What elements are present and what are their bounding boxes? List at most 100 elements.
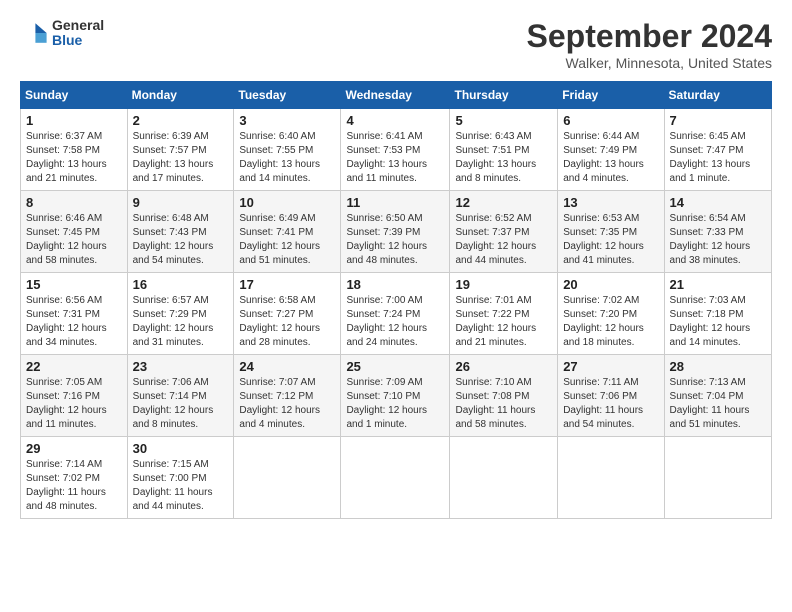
week-row-5: 29 Sunrise: 7:14 AM Sunset: 7:02 PM Dayl…	[21, 437, 772, 519]
sunrise-label: Sunrise: 7:00 AM	[346, 295, 422, 306]
sunrise-label: Sunrise: 6:58 AM	[239, 295, 315, 306]
day-cell: 17 Sunrise: 6:58 AM Sunset: 7:27 PM Dayl…	[234, 273, 341, 355]
day-info: Sunrise: 7:02 AM Sunset: 7:20 PM Dayligh…	[563, 294, 658, 350]
day-number: 16	[133, 277, 229, 292]
day-info: Sunrise: 6:50 AM Sunset: 7:39 PM Dayligh…	[346, 212, 444, 268]
sunset-label: Sunset: 7:18 PM	[670, 309, 744, 320]
day-cell	[558, 437, 664, 519]
day-number: 14	[670, 195, 766, 210]
header-thursday: Thursday	[450, 82, 558, 109]
day-number: 10	[239, 195, 335, 210]
day-info: Sunrise: 6:46 AM Sunset: 7:45 PM Dayligh…	[26, 212, 122, 268]
day-cell: 22 Sunrise: 7:05 AM Sunset: 7:16 PM Dayl…	[21, 355, 128, 437]
day-number: 25	[346, 359, 444, 374]
week-row-2: 8 Sunrise: 6:46 AM Sunset: 7:45 PM Dayli…	[21, 191, 772, 273]
daylight-label: Daylight: 12 hours and 54 minutes.	[133, 241, 214, 266]
week-row-4: 22 Sunrise: 7:05 AM Sunset: 7:16 PM Dayl…	[21, 355, 772, 437]
day-info: Sunrise: 7:01 AM Sunset: 7:22 PM Dayligh…	[455, 294, 552, 350]
day-info: Sunrise: 6:41 AM Sunset: 7:53 PM Dayligh…	[346, 130, 444, 186]
day-info: Sunrise: 7:07 AM Sunset: 7:12 PM Dayligh…	[239, 376, 335, 432]
daylight-label: Daylight: 13 hours and 14 minutes.	[239, 159, 320, 184]
sunrise-label: Sunrise: 6:50 AM	[346, 213, 422, 224]
day-info: Sunrise: 7:05 AM Sunset: 7:16 PM Dayligh…	[26, 376, 122, 432]
day-number: 2	[133, 113, 229, 128]
daylight-label: Daylight: 12 hours and 21 minutes.	[455, 323, 536, 348]
day-number: 23	[133, 359, 229, 374]
day-info: Sunrise: 6:56 AM Sunset: 7:31 PM Dayligh…	[26, 294, 122, 350]
day-info: Sunrise: 7:13 AM Sunset: 7:04 PM Dayligh…	[670, 376, 766, 432]
day-info: Sunrise: 7:09 AM Sunset: 7:10 PM Dayligh…	[346, 376, 444, 432]
day-number: 26	[455, 359, 552, 374]
day-cell: 13 Sunrise: 6:53 AM Sunset: 7:35 PM Dayl…	[558, 191, 664, 273]
sunrise-label: Sunrise: 6:46 AM	[26, 213, 102, 224]
day-number: 30	[133, 441, 229, 456]
sunrise-label: Sunrise: 6:40 AM	[239, 131, 315, 142]
header-sunday: Sunday	[21, 82, 128, 109]
header-wednesday: Wednesday	[341, 82, 450, 109]
day-cell: 30 Sunrise: 7:15 AM Sunset: 7:00 PM Dayl…	[127, 437, 234, 519]
day-info: Sunrise: 7:14 AM Sunset: 7:02 PM Dayligh…	[26, 458, 122, 514]
sunrise-label: Sunrise: 7:03 AM	[670, 295, 746, 306]
daylight-label: Daylight: 12 hours and 31 minutes.	[133, 323, 214, 348]
day-number: 28	[670, 359, 766, 374]
sunrise-label: Sunrise: 7:05 AM	[26, 377, 102, 388]
daylight-label: Daylight: 12 hours and 1 minute.	[346, 405, 427, 430]
sunrise-label: Sunrise: 6:52 AM	[455, 213, 531, 224]
week-row-3: 15 Sunrise: 6:56 AM Sunset: 7:31 PM Dayl…	[21, 273, 772, 355]
sunrise-label: Sunrise: 6:44 AM	[563, 131, 639, 142]
sunset-label: Sunset: 7:29 PM	[133, 309, 207, 320]
sunset-label: Sunset: 7:08 PM	[455, 391, 529, 402]
day-info: Sunrise: 6:48 AM Sunset: 7:43 PM Dayligh…	[133, 212, 229, 268]
day-info: Sunrise: 6:45 AM Sunset: 7:47 PM Dayligh…	[670, 130, 766, 186]
day-number: 1	[26, 113, 122, 128]
calendar-table: Sunday Monday Tuesday Wednesday Thursday…	[20, 81, 772, 519]
day-cell: 11 Sunrise: 6:50 AM Sunset: 7:39 PM Dayl…	[341, 191, 450, 273]
sunset-label: Sunset: 7:35 PM	[563, 227, 637, 238]
day-info: Sunrise: 6:49 AM Sunset: 7:41 PM Dayligh…	[239, 212, 335, 268]
daylight-label: Daylight: 12 hours and 51 minutes.	[239, 241, 320, 266]
day-info: Sunrise: 6:53 AM Sunset: 7:35 PM Dayligh…	[563, 212, 658, 268]
day-number: 3	[239, 113, 335, 128]
sunset-label: Sunset: 7:33 PM	[670, 227, 744, 238]
sunset-label: Sunset: 7:10 PM	[346, 391, 420, 402]
daylight-label: Daylight: 13 hours and 21 minutes.	[26, 159, 107, 184]
day-number: 9	[133, 195, 229, 210]
day-info: Sunrise: 7:10 AM Sunset: 7:08 PM Dayligh…	[455, 376, 552, 432]
header-tuesday: Tuesday	[234, 82, 341, 109]
day-info: Sunrise: 6:54 AM Sunset: 7:33 PM Dayligh…	[670, 212, 766, 268]
day-cell: 27 Sunrise: 7:11 AM Sunset: 7:06 PM Dayl…	[558, 355, 664, 437]
day-cell	[234, 437, 341, 519]
logo: General Blue	[20, 18, 104, 49]
day-number: 20	[563, 277, 658, 292]
day-cell: 19 Sunrise: 7:01 AM Sunset: 7:22 PM Dayl…	[450, 273, 558, 355]
day-number: 17	[239, 277, 335, 292]
sunset-label: Sunset: 7:43 PM	[133, 227, 207, 238]
day-info: Sunrise: 6:43 AM Sunset: 7:51 PM Dayligh…	[455, 130, 552, 186]
day-number: 4	[346, 113, 444, 128]
sunset-label: Sunset: 7:55 PM	[239, 145, 313, 156]
daylight-label: Daylight: 12 hours and 8 minutes.	[133, 405, 214, 430]
day-cell: 5 Sunrise: 6:43 AM Sunset: 7:51 PM Dayli…	[450, 109, 558, 191]
sunrise-label: Sunrise: 7:06 AM	[133, 377, 209, 388]
sunset-label: Sunset: 7:37 PM	[455, 227, 529, 238]
sunset-label: Sunset: 7:39 PM	[346, 227, 420, 238]
daylight-label: Daylight: 12 hours and 24 minutes.	[346, 323, 427, 348]
day-cell	[450, 437, 558, 519]
header-saturday: Saturday	[664, 82, 771, 109]
daylight-label: Daylight: 11 hours and 54 minutes.	[563, 405, 643, 430]
sunrise-label: Sunrise: 6:37 AM	[26, 131, 102, 142]
day-info: Sunrise: 6:37 AM Sunset: 7:58 PM Dayligh…	[26, 130, 122, 186]
daylight-label: Daylight: 12 hours and 44 minutes.	[455, 241, 536, 266]
sunset-label: Sunset: 7:20 PM	[563, 309, 637, 320]
daylight-label: Daylight: 12 hours and 58 minutes.	[26, 241, 107, 266]
daylight-label: Daylight: 12 hours and 11 minutes.	[26, 405, 107, 430]
sunrise-label: Sunrise: 6:39 AM	[133, 131, 209, 142]
calendar-page: General Blue September 2024 Walker, Minn…	[0, 0, 792, 612]
daylight-label: Daylight: 13 hours and 4 minutes.	[563, 159, 644, 184]
daylight-label: Daylight: 12 hours and 41 minutes.	[563, 241, 644, 266]
daylight-label: Daylight: 12 hours and 48 minutes.	[346, 241, 427, 266]
sunrise-label: Sunrise: 7:13 AM	[670, 377, 746, 388]
sunrise-label: Sunrise: 7:14 AM	[26, 459, 102, 470]
day-cell: 21 Sunrise: 7:03 AM Sunset: 7:18 PM Dayl…	[664, 273, 771, 355]
daylight-label: Daylight: 12 hours and 28 minutes.	[239, 323, 320, 348]
